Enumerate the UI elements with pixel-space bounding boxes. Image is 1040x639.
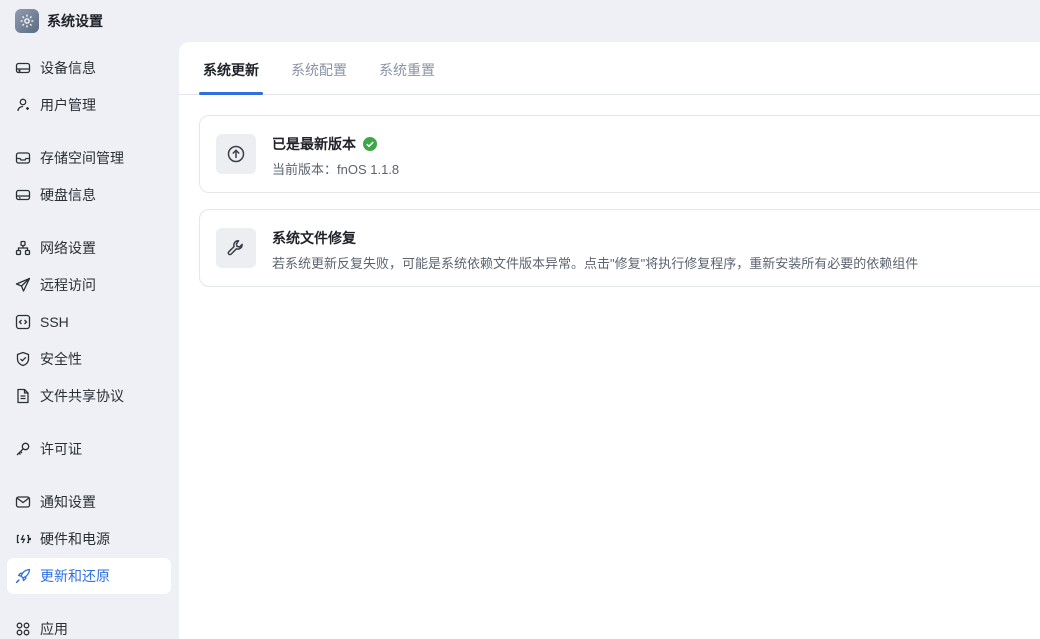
sidebar-item-label: 硬盘信息 xyxy=(40,187,96,203)
sidebar-item-label: SSH xyxy=(40,314,69,330)
storage-icon xyxy=(15,150,31,166)
sidebar-item-update-restore[interactable]: 更新和还原 xyxy=(7,558,171,594)
update-status-title-row: 已是最新版本 xyxy=(272,134,377,154)
sidebar-item-device-info[interactable]: 设备信息 xyxy=(7,50,171,86)
sidebar-item-label: 应用 xyxy=(40,621,68,637)
check-circle-icon xyxy=(363,137,377,151)
update-status-title: 已是最新版本 xyxy=(272,136,356,152)
key-icon xyxy=(15,441,31,457)
sidebar-item-label: 通知设置 xyxy=(40,494,96,510)
network-icon xyxy=(15,240,31,256)
tab-system-update[interactable]: 系统更新 xyxy=(203,60,259,80)
sidebar-item-label: 安全性 xyxy=(40,351,82,367)
wrench-icon xyxy=(216,228,256,268)
sidebar-item-label: 远程访问 xyxy=(40,277,96,293)
sidebar-item-disk[interactable]: 硬盘信息 xyxy=(7,177,171,213)
sidebar-item-hardware-power[interactable]: 硬件和电源 xyxy=(7,521,171,557)
sidebar-item-label: 网络设置 xyxy=(40,240,96,256)
active-tab-indicator xyxy=(199,92,263,95)
sidebar-item-license[interactable]: 许可证 xyxy=(7,431,171,467)
tab-system-config[interactable]: 系统配置 xyxy=(291,60,347,80)
file-icon xyxy=(15,388,31,404)
mail-icon xyxy=(15,494,31,510)
sidebar-item-label: 用户管理 xyxy=(40,97,96,113)
apps-icon xyxy=(15,621,31,637)
send-icon xyxy=(15,277,31,293)
sidebar-item-users[interactable]: 用户管理 xyxy=(7,87,171,123)
rocket-icon xyxy=(15,568,31,584)
code-icon xyxy=(15,314,31,330)
sidebar-item-remote-access[interactable]: 远程访问 xyxy=(7,267,171,303)
tab-bar: 系统更新 系统配置 系统重置 xyxy=(179,42,1040,95)
title-bar: 系统设置 xyxy=(0,0,1040,42)
system-repair-title: 系统文件修复 xyxy=(272,230,356,246)
sidebar-item-label: 文件共享协议 xyxy=(40,388,124,404)
sidebar-item-label: 设备信息 xyxy=(40,60,96,76)
system-repair-card: 系统文件修复 若系统更新反复失败，可能是系统依赖文件版本异常。点击"修复"将执行… xyxy=(199,209,1040,287)
sidebar-item-label: 许可证 xyxy=(40,441,82,457)
sidebar-item-notifications[interactable]: 通知设置 xyxy=(7,484,171,520)
sidebar-item-label: 硬件和电源 xyxy=(40,531,110,547)
user-icon xyxy=(15,97,31,113)
current-version-text: 当前版本：fnOS 1.1.8 xyxy=(272,162,400,177)
sidebar-item-storage[interactable]: 存储空间管理 xyxy=(7,140,171,176)
power-icon xyxy=(15,531,31,547)
sidebar-item-file-sharing[interactable]: 文件共享协议 xyxy=(7,378,171,414)
tab-system-reset[interactable]: 系统重置 xyxy=(379,60,435,80)
arrow-up-circle-icon xyxy=(216,134,256,174)
disk-icon xyxy=(15,187,31,203)
sidebar-item-network[interactable]: 网络设置 xyxy=(7,230,171,266)
sidebar-item-label: 更新和还原 xyxy=(40,568,110,584)
system-repair-desc: 若系统更新反复失败，可能是系统依赖文件版本异常。点击"修复"将执行修复程序，重新… xyxy=(272,256,919,271)
gear-icon xyxy=(15,9,39,33)
shield-icon xyxy=(15,351,31,367)
sidebar-item-security[interactable]: 安全性 xyxy=(7,341,171,377)
sidebar-item-label: 存储空间管理 xyxy=(40,150,124,166)
sidebar: 设备信息 用户管理 存储空间管理 硬盘信息 网络设置 远程访问 SSH 安全性 … xyxy=(0,42,179,639)
device-icon xyxy=(15,60,31,76)
app-title: 系统设置 xyxy=(47,13,103,29)
sidebar-item-ssh[interactable]: SSH xyxy=(7,304,171,340)
sidebar-item-apps[interactable]: 应用 xyxy=(7,611,171,639)
settings-window: 系统设置 设备信息 用户管理 存储空间管理 硬盘信息 网络设置 远程访问 SSH… xyxy=(0,0,1040,639)
main-panel: 系统更新 系统配置 系统重置 已是最新版本 当前版本：fnOS 1.1.8 系统 xyxy=(179,42,1040,639)
update-status-card: 已是最新版本 当前版本：fnOS 1.1.8 xyxy=(199,115,1040,193)
